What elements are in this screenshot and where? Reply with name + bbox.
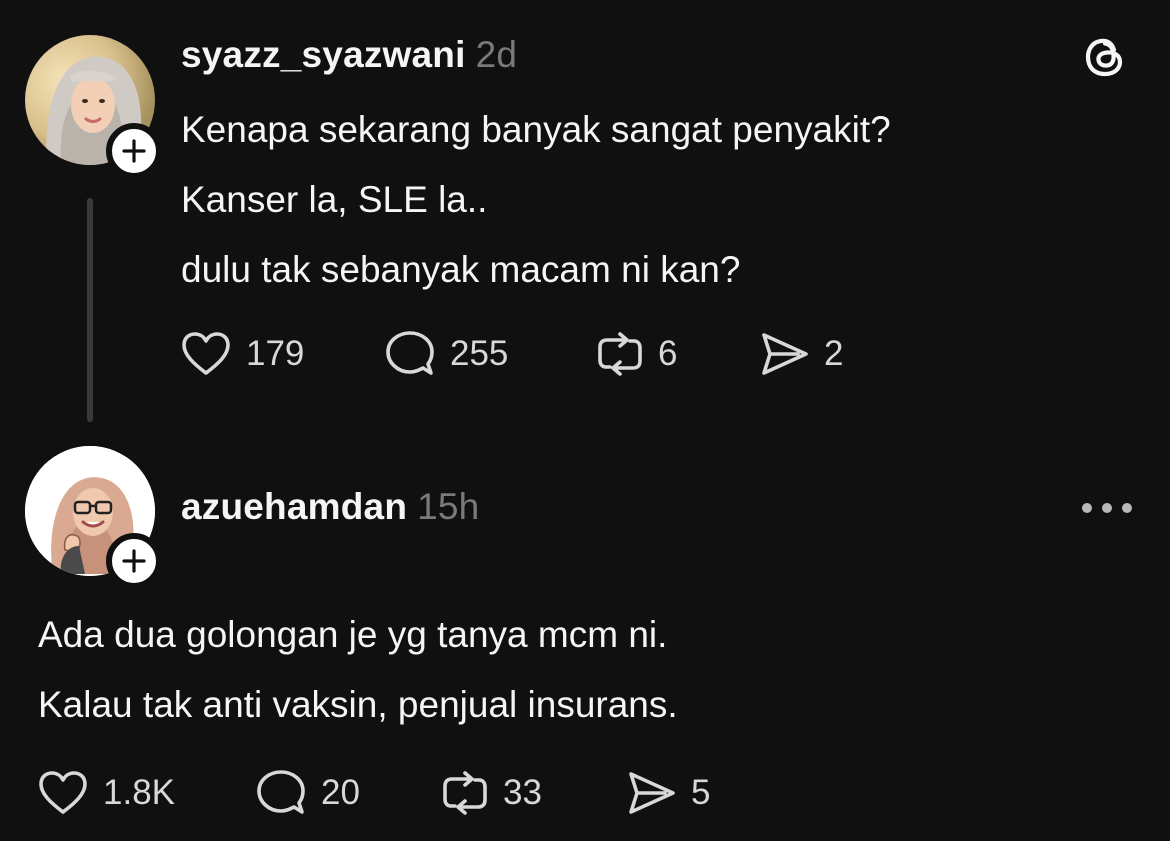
threads-logo-icon[interactable]: [1083, 34, 1129, 80]
reply-actions: 1.8K 20 33 5: [37, 768, 710, 818]
reply-button[interactable]: 255: [384, 330, 596, 378]
reply-line: Ada dua golongan je yg tanya mcm ni.: [38, 614, 668, 655]
reply-count: 255: [450, 334, 509, 373]
post-line: Kenapa sekarang banyak sangat penyakit?: [181, 109, 891, 150]
like-button[interactable]: 1.8K: [37, 770, 255, 816]
post-body: Kenapa sekarang banyak sangat penyakit? …: [181, 95, 891, 305]
reply-author[interactable]: azuehamdan 15h: [181, 486, 479, 528]
reply-count: 20: [321, 773, 360, 812]
plus-icon: [122, 549, 146, 573]
thread-connector-line: [87, 198, 93, 422]
repost-count: 6: [658, 334, 678, 373]
post-username[interactable]: syazz_syazwani: [181, 34, 466, 75]
heart-icon: [182, 332, 230, 375]
follow-button[interactable]: [106, 123, 162, 179]
share-button[interactable]: 5: [625, 770, 710, 816]
repost-button[interactable]: 33: [441, 770, 625, 816]
more-options-button[interactable]: [1082, 498, 1132, 518]
share-count: 2: [824, 334, 844, 373]
post-author[interactable]: syazz_syazwani 2d: [181, 34, 517, 76]
post-line: Kanser la, SLE la..: [181, 179, 488, 220]
post-timestamp: 2d: [475, 34, 518, 75]
like-count: 1.8K: [103, 773, 175, 812]
share-button[interactable]: 2: [758, 331, 843, 377]
repost-icon: [443, 771, 487, 815]
heart-icon: [39, 771, 87, 814]
comment-icon: [257, 770, 305, 814]
like-count: 179: [246, 334, 305, 373]
send-icon: [762, 333, 808, 375]
post-actions: 179 255 6 2: [180, 329, 843, 379]
more-options-icon: [1102, 503, 1112, 513]
repost-count: 33: [503, 773, 542, 812]
reply-line: Kalau tak anti vaksin, penjual insurans.: [38, 684, 678, 725]
share-count: 5: [691, 773, 711, 812]
reply-button[interactable]: 20: [255, 769, 441, 817]
repost-button[interactable]: 6: [596, 331, 758, 377]
more-options-icon: [1082, 503, 1092, 513]
plus-icon: [122, 139, 146, 163]
more-options-icon: [1122, 503, 1132, 513]
post-line: dulu tak sebanyak macam ni kan?: [181, 249, 741, 290]
send-icon: [629, 772, 675, 814]
reply-username[interactable]: azuehamdan: [181, 486, 407, 527]
repost-icon: [598, 332, 642, 376]
follow-button[interactable]: [106, 533, 162, 589]
comment-icon: [386, 331, 434, 375]
reply-timestamp: 15h: [417, 486, 480, 527]
like-button[interactable]: 179: [180, 331, 384, 377]
reply-body: Ada dua golongan je yg tanya mcm ni. Kal…: [38, 600, 678, 740]
